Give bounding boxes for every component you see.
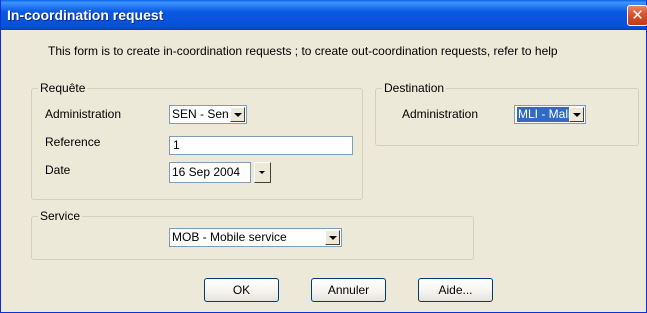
destination-administration-select[interactable]: MLI - Mali [514, 105, 586, 124]
date-picker-button[interactable] [254, 162, 271, 183]
reference-value: 1 [173, 138, 180, 152]
destination-administration-label: Administration [402, 107, 479, 121]
info-text: This form is to create in-coordination r… [48, 44, 558, 58]
date-value: 16 Sep 2004 [172, 165, 241, 179]
service-select[interactable]: MOB - Mobile service [169, 228, 342, 247]
administration-label: Administration [45, 107, 122, 121]
help-button[interactable]: Aide... [418, 278, 493, 302]
close-icon: ✕ [631, 6, 644, 24]
reference-label: Reference [45, 135, 101, 149]
window-title: In-coordination request [7, 7, 164, 23]
date-label: Date [45, 163, 71, 177]
chevron-down-icon[interactable] [325, 230, 340, 245]
administration-select[interactable]: SEN - Sen [169, 105, 247, 124]
service-value: MOB - Mobile service [172, 230, 287, 244]
chevron-down-icon[interactable] [569, 107, 584, 122]
ok-button[interactable]: OK [204, 278, 279, 302]
chevron-down-icon[interactable] [230, 107, 245, 122]
title-bar[interactable]: In-coordination request ✕ [1, 0, 647, 30]
destination-legend: Destination [382, 81, 447, 95]
administration-value: SEN - Sen [172, 107, 229, 121]
date-field[interactable]: 16 Sep 2004 [169, 162, 251, 183]
dialog-window: In-coordination request ✕ This form is t… [0, 0, 647, 313]
cancel-button[interactable]: Annuler [311, 278, 386, 302]
reference-field[interactable]: 1 [169, 136, 353, 155]
service-legend: Service [38, 209, 83, 223]
destination-administration-value: MLI - Mali [517, 107, 572, 122]
requete-legend: Requête [38, 81, 88, 95]
close-button[interactable]: ✕ [627, 5, 647, 26]
